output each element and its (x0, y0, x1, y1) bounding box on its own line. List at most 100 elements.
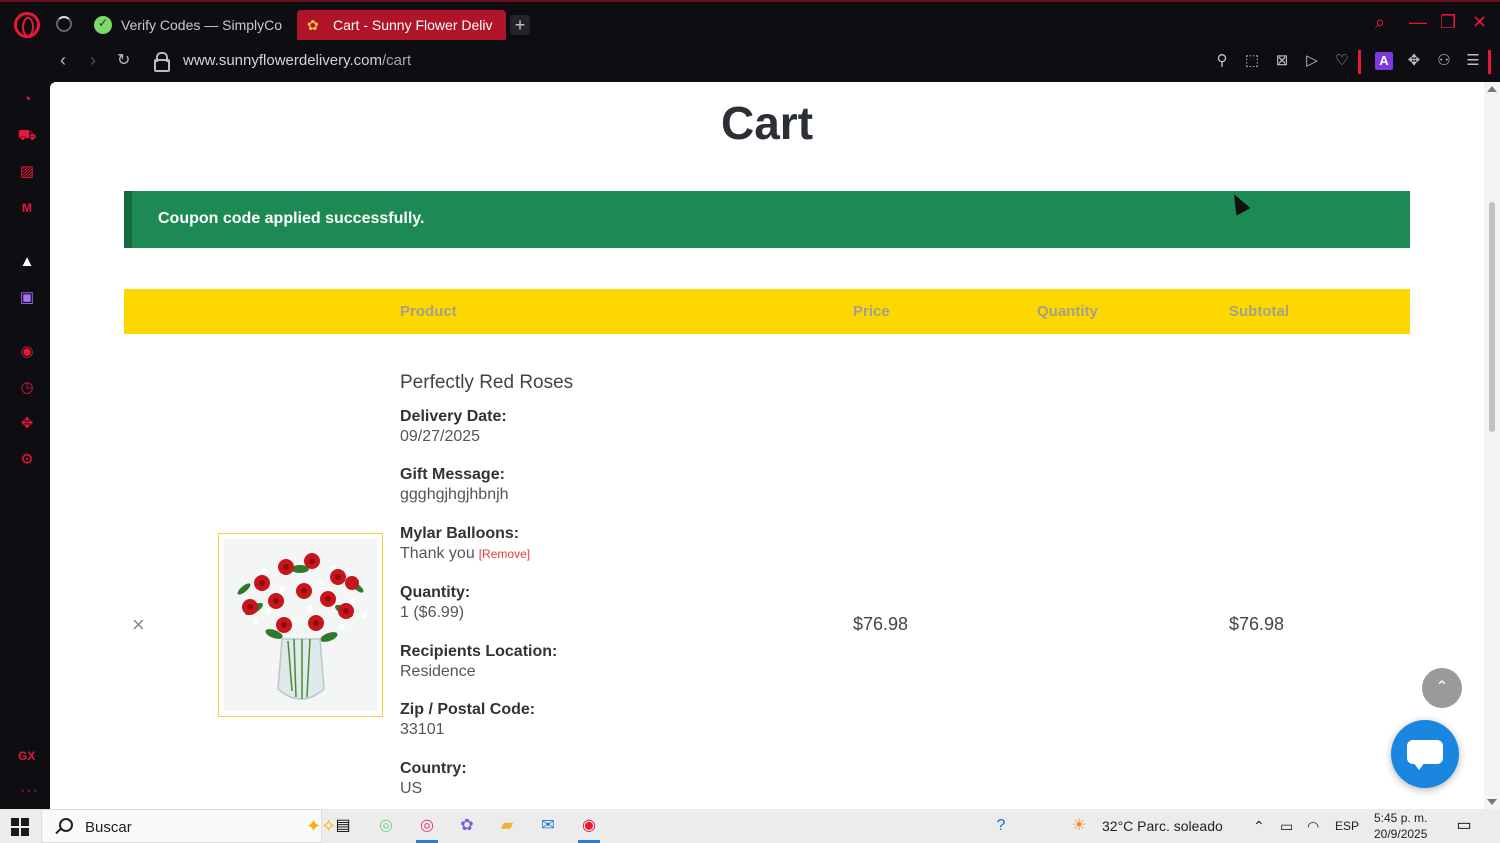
detail-value: ggghgjhgjhbnjh (400, 486, 509, 503)
history-icon[interactable]: ◷ (17, 378, 37, 398)
page-title: Cart (720, 97, 814, 149)
detail-label: Zip / Postal Code: (400, 701, 536, 718)
item-price: $76.98 (853, 614, 909, 634)
scroll-up-arrow-icon[interactable] (1487, 86, 1497, 92)
lock-icon[interactable] (154, 52, 170, 72)
tab-label: Cart - Sunny Flower Deliv (333, 17, 493, 33)
network-icon[interactable]: ◠ (1307, 818, 1319, 835)
profile-icon[interactable]: ⚇ (1435, 52, 1453, 70)
scroll-to-top-button[interactable]: ⌃ (1422, 668, 1462, 708)
balloon-text: Thank you (400, 545, 475, 562)
back-button[interactable]: ‹ (60, 50, 66, 71)
restore-button[interactable]: ❐ (1440, 12, 1456, 33)
windows-start-icon[interactable] (11, 818, 29, 836)
address-row: ‹ › ↻ www.sunnyflowerdelivery.com/cart ⚲… (50, 44, 1491, 78)
browser-titlebar: Verify Codes — SimplyCo ✿ Cart - Sunny F… (0, 0, 1500, 82)
more-icon[interactable]: ··· (20, 782, 39, 800)
web-page: Cart Coupon code applied successfully. P… (50, 82, 1484, 809)
search-tabs-icon[interactable]: ⌕ (1375, 12, 1385, 33)
taskbar-search-input[interactable]: Buscar ✦✧ (41, 809, 336, 843)
gmail-icon[interactable]: M (17, 198, 37, 218)
detail-gift-message: Gift Message: ggghgjhgjhbnjh (400, 466, 780, 504)
detail-label: Delivery Date: (400, 408, 507, 425)
coupon-success-notice: Coupon code applied successfully. (124, 191, 1410, 248)
page-scrollbar[interactable] (1484, 82, 1500, 809)
gx-corner-icon[interactable]: ⛟ (17, 126, 37, 146)
detail-zip-code: Zip / Postal Code: 33101 (400, 701, 780, 739)
new-tab-button[interactable]: + (510, 15, 530, 35)
loading-spinner-icon (56, 16, 72, 32)
notifications-icon[interactable]: ▭ (1453, 815, 1475, 837)
detail-quantity: Quantity: 1 ($6.99) (400, 584, 780, 622)
detail-label: Mylar Balloons: (400, 525, 520, 542)
extensions-sidebar-icon[interactable]: ✥ (17, 414, 37, 434)
language-indicator[interactable]: ESP (1335, 819, 1359, 833)
opera-gx-taskbar-icon[interactable]: ◎ (375, 815, 397, 837)
send-icon[interactable]: ▷ (1303, 52, 1321, 70)
tab-label: Verify Codes — SimplyCo (121, 17, 283, 33)
taskbar-clock[interactable]: 5:45 p. m. 20/9/2025 (1374, 810, 1427, 842)
product-thumbnail[interactable] (218, 533, 383, 717)
extension-a-icon[interactable]: A (1375, 52, 1393, 70)
menu-icon[interactable]: ☰ (1464, 52, 1482, 70)
scroll-thumb[interactable] (1489, 202, 1495, 432)
device-icon[interactable]: ▭ (1280, 818, 1293, 835)
search-placeholder: Buscar (85, 819, 132, 836)
remove-balloon-link[interactable]: [Remove] (479, 547, 530, 561)
settings-icon[interactable]: ⚙ (17, 450, 37, 470)
task-view-icon[interactable]: ▤ (332, 815, 354, 837)
url-domain: www.sunnyflowerdelivery.com (183, 52, 382, 69)
file-explorer-icon[interactable]: ▰ (496, 815, 518, 837)
tab-verify-codes[interactable]: Verify Codes — SimplyCo (88, 10, 288, 40)
help-icon[interactable]: ? (990, 815, 1012, 837)
tray-expand-icon[interactable]: ⌃ (1253, 818, 1265, 835)
item-subtotal: $76.98 (1229, 614, 1285, 634)
chat-button[interactable] (1391, 720, 1459, 788)
toolbar-divider (1488, 50, 1491, 74)
twitch-icon[interactable]: ▣ (17, 288, 37, 308)
detail-value: 33101 (400, 721, 445, 738)
cart-table-header: Product Price Quantity Subtotal (124, 289, 1410, 334)
heart-icon[interactable]: ♡ (1333, 52, 1351, 70)
weather-icon[interactable]: ☀ (1068, 815, 1090, 837)
opera-browser-taskbar-icon[interactable]: ◉ (578, 815, 600, 837)
adblock-icon[interactable]: ⊠ (1273, 52, 1291, 70)
extensions-icon[interactable]: ✥ (1405, 52, 1423, 70)
detail-value: 1 ($6.99) (400, 604, 465, 621)
weather-text[interactable]: 32°C Parc. soleado (1102, 818, 1223, 834)
product-name[interactable]: Perfectly Red Roses (400, 372, 573, 394)
speed-dial-icon[interactable]: ◔ (17, 90, 37, 110)
opera-logo-icon[interactable] (14, 12, 40, 38)
address-bar[interactable]: www.sunnyflowerdelivery.com/cart (183, 52, 411, 69)
url-path: /cart (381, 52, 412, 69)
player-icon[interactable]: ◉ (17, 342, 37, 362)
close-window-button[interactable]: ✕ (1472, 12, 1487, 33)
pin-icon[interactable]: ⚲ (1213, 52, 1231, 70)
clock-time: 5:45 p. m. (1374, 811, 1428, 825)
detail-value: Residence (400, 663, 476, 680)
chat-bubble-icon (1407, 740, 1443, 770)
browser-sidebar: ◔ ⛟ ▨ M ▲ ▣ ◉ ◷ ✥ ⚙ GX ··· (0, 82, 50, 809)
scroll-down-arrow-icon[interactable] (1487, 799, 1497, 805)
reload-button[interactable]: ↻ (117, 50, 130, 70)
outlook-icon[interactable]: ✉ (537, 815, 559, 837)
remove-item-button[interactable]: × (132, 612, 145, 638)
aria-icon[interactable]: ▲ (17, 252, 37, 272)
search-icon (55, 818, 73, 834)
title-accent-line (0, 0, 1500, 2)
detail-mylar-balloons: Mylar Balloons: Thank you [Remove] (400, 525, 780, 563)
copilot-taskbar-icon[interactable]: ✿ (456, 815, 478, 837)
detail-label: Country: (400, 760, 467, 777)
forward-button[interactable]: › (90, 50, 96, 71)
sunflower-favicon-icon: ✿ (307, 17, 319, 33)
gx-control-icon[interactable]: GX (18, 749, 35, 763)
tab-cart[interactable]: ✿ Cart - Sunny Flower Deliv (297, 10, 506, 40)
detail-value: Thank you [Remove] (400, 545, 780, 563)
opera-taskbar-icon[interactable]: ◎ (416, 815, 438, 837)
snapshot-icon[interactable]: ⬚ (1243, 52, 1261, 70)
detail-label: Recipients Location: (400, 643, 558, 660)
detail-country: Country: US (400, 760, 780, 798)
minimize-button[interactable]: — (1409, 12, 1427, 33)
notice-text: Coupon code applied successfully. (158, 210, 425, 227)
news-icon[interactable]: ▨ (17, 162, 37, 182)
